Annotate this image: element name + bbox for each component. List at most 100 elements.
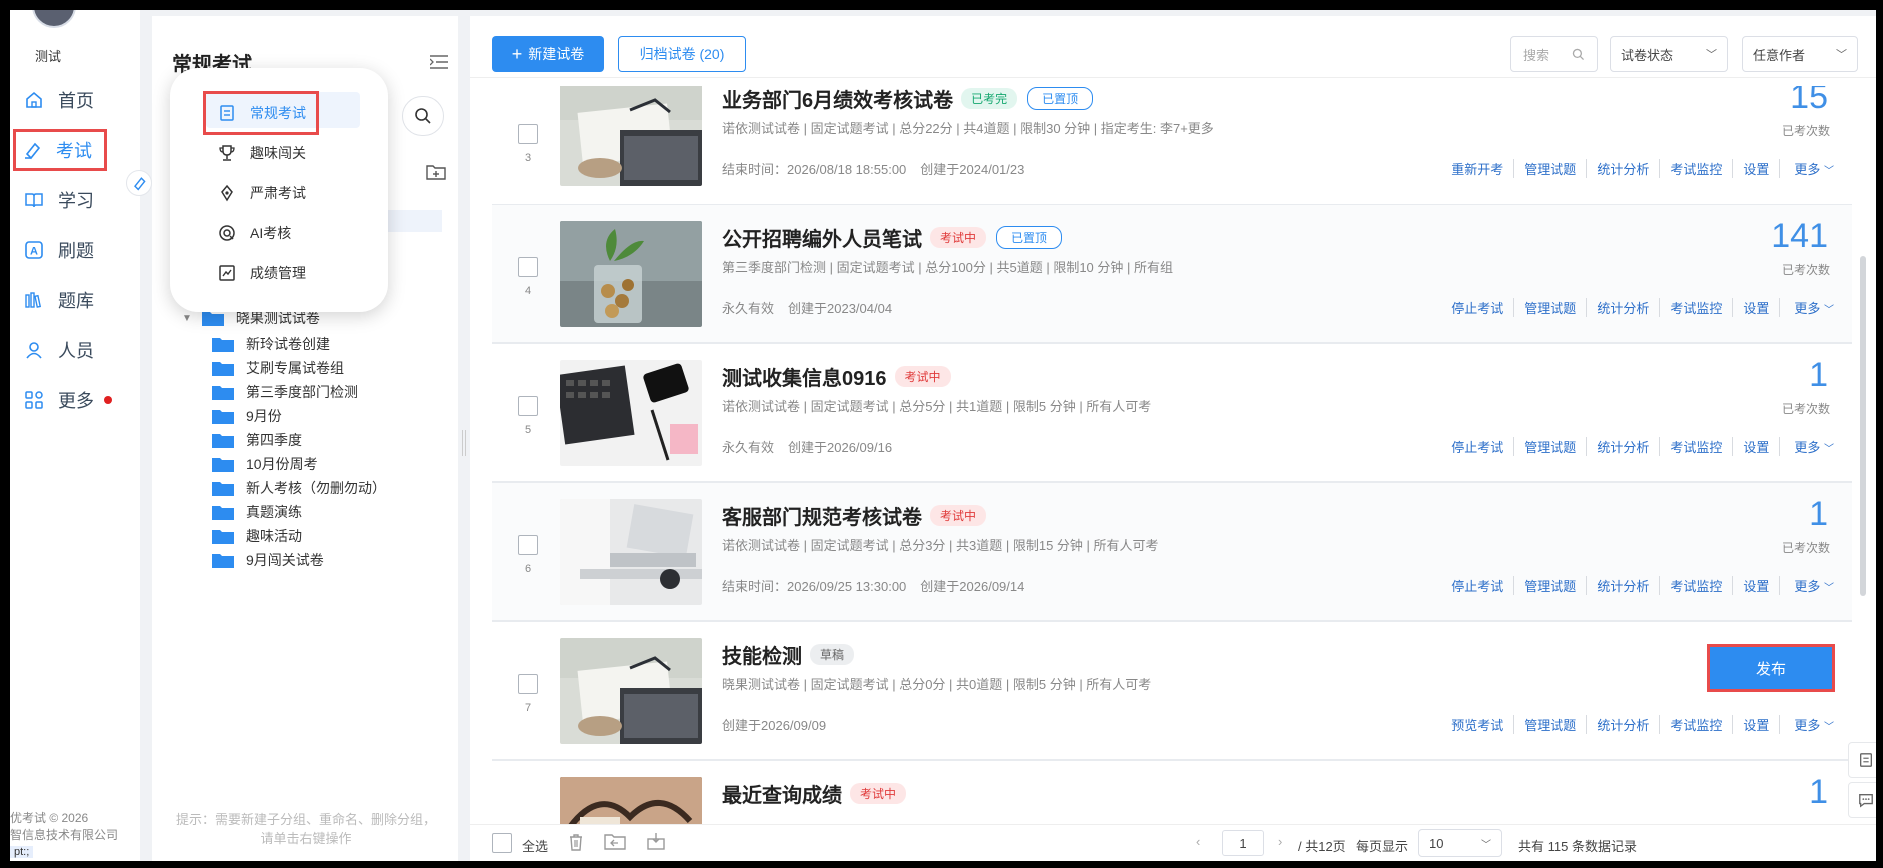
folder-item[interactable]: 新人考核（勿删勿动） [212, 476, 386, 500]
notes-float-button[interactable] [1848, 742, 1876, 778]
action-monitor[interactable]: 考试监控 [1660, 576, 1734, 595]
action-settings[interactable]: 设置 [1733, 437, 1781, 456]
popup-item-serious[interactable]: 严肃考试 [218, 178, 306, 208]
chevron-down-icon: ﹀ [1706, 49, 1717, 61]
exam-thumbnail[interactable] [560, 777, 702, 826]
action-manage-questions[interactable]: 管理试题 [1514, 437, 1588, 456]
action-monitor[interactable]: 考试监控 [1660, 298, 1734, 317]
action-monitor[interactable]: 考试监控 [1660, 715, 1734, 734]
folder-item[interactable]: 9月份 [212, 404, 386, 428]
status-badge: 考试中 [930, 505, 987, 526]
action-statistics[interactable]: 统计分析 [1587, 715, 1661, 734]
row-checkbox[interactable] [518, 257, 538, 277]
popup-item-scores[interactable]: 成绩管理 [218, 258, 306, 288]
nav-exam[interactable]: 考试 [13, 129, 107, 171]
per-page-select[interactable]: 10 ﹀ [1418, 829, 1502, 857]
exam-title[interactable]: 客服部门规范考核试卷 [722, 501, 922, 530]
collapse-icon[interactable] [429, 54, 448, 73]
more-menu[interactable]: 更多 ﹀ [1794, 437, 1834, 456]
folder-item[interactable]: 10月份周考 [212, 452, 386, 476]
nav-home[interactable]: 首页 [16, 80, 128, 120]
exam-thumbnail[interactable] [560, 638, 702, 744]
new-exam-button[interactable]: + 新建试卷 [492, 36, 604, 72]
copyright-line2: 智信息技术有限公司 [10, 828, 119, 842]
action-statistics[interactable]: 统计分析 [1587, 437, 1661, 456]
exam-title[interactable]: 测试收集信息0916 [722, 362, 887, 391]
action-statistics[interactable]: 统计分析 [1587, 576, 1661, 595]
more-menu[interactable]: 更多 ﹀ [1794, 576, 1834, 595]
more-menu[interactable]: 更多 ﹀ [1794, 715, 1834, 734]
select-all-checkbox[interactable] [492, 833, 512, 853]
row-checkbox[interactable] [518, 535, 538, 555]
folder-item[interactable]: 9月闯关试卷 [212, 548, 386, 572]
page-number-input[interactable]: 1 [1222, 830, 1264, 856]
archive-icon[interactable] [646, 831, 666, 851]
action-restart[interactable]: 重新开考 [1441, 159, 1515, 178]
panel-resize-handle[interactable] [462, 430, 466, 456]
action-settings[interactable]: 设置 [1733, 298, 1781, 317]
caret-down-icon[interactable]: ▼ [182, 313, 192, 324]
exam-thumbnail[interactable] [560, 499, 702, 605]
nav-more[interactable]: 更多 [16, 380, 128, 420]
folder-item[interactable]: 新玲试卷创建 [212, 332, 386, 356]
row-checkbox[interactable] [518, 124, 538, 144]
exam-meta: 诺依测试试卷 | 固定试题考试 | 总分3分 | 共3道题 | 限制15 分钟 … [722, 538, 1159, 553]
created-date: 创建于2023/04/04 [788, 301, 893, 316]
action-settings[interactable]: 设置 [1733, 715, 1781, 734]
folder-item[interactable]: 第四季度 [212, 428, 386, 452]
exam-title[interactable]: 最近查询成绩 [722, 779, 842, 808]
action-preview[interactable]: 预览考试 [1441, 715, 1515, 734]
avatar[interactable] [32, 10, 76, 28]
action-monitor[interactable]: 考试监控 [1660, 437, 1734, 456]
nav-people[interactable]: 人员 [16, 330, 128, 370]
action-stop[interactable]: 停止考试 [1441, 298, 1515, 317]
folder-item[interactable]: 真题演练 [212, 500, 386, 524]
publish-button[interactable]: 发布 [1707, 644, 1835, 692]
exam-title[interactable]: 技能检测 [722, 640, 802, 669]
move-folder-icon[interactable] [604, 832, 626, 852]
action-manage-questions[interactable]: 管理试题 [1514, 298, 1588, 317]
more-menu[interactable]: 更多 ﹀ [1794, 298, 1834, 317]
action-settings[interactable]: 设置 [1733, 159, 1781, 178]
exam-thumbnail[interactable] [560, 221, 702, 327]
archived-exams-button[interactable]: 归档试卷 (20) [618, 36, 746, 72]
folder-search-button[interactable] [402, 96, 444, 136]
chat-float-button[interactable] [1848, 782, 1876, 818]
chevron-down-icon: ﹀ [1824, 583, 1834, 594]
total-records: 共有 115 条数据记录 [1518, 839, 1637, 854]
author-select[interactable]: 任意作者 ﹀ [1742, 36, 1858, 72]
exam-thumbnail[interactable] [560, 86, 702, 186]
nav-study[interactable]: 学习 [16, 180, 128, 220]
nav-library[interactable]: 题库 [16, 280, 128, 320]
action-statistics[interactable]: 统计分析 [1587, 159, 1661, 178]
action-manage-questions[interactable]: 管理试题 [1514, 576, 1588, 595]
action-settings[interactable]: 设置 [1733, 576, 1781, 595]
add-folder-icon[interactable] [426, 164, 446, 183]
scrollbar[interactable] [1860, 256, 1866, 596]
action-manage-questions[interactable]: 管理试题 [1514, 159, 1588, 178]
end-time: 永久有效 [722, 301, 775, 316]
action-manage-questions[interactable]: 管理试题 [1514, 715, 1588, 734]
action-stop[interactable]: 停止考试 [1441, 576, 1515, 595]
prev-page-icon[interactable]: ‹ [1196, 834, 1200, 849]
row-checkbox[interactable] [518, 396, 538, 416]
folder-item[interactable]: 艾刷专属试卷组 [212, 356, 386, 380]
exam-thumbnail[interactable] [560, 360, 702, 466]
action-monitor[interactable]: 考试监控 [1660, 159, 1734, 178]
folder-item[interactable]: 第三季度部门检测 [212, 380, 386, 404]
search-input[interactable]: 搜索 [1510, 36, 1598, 72]
status-select[interactable]: 试卷状态 ﹀ [1610, 36, 1728, 72]
exam-title[interactable]: 公开招聘编外人员笔试 [722, 223, 922, 252]
exam-title[interactable]: 业务部门6月绩效考核试卷 [722, 86, 953, 113]
action-statistics[interactable]: 统计分析 [1587, 298, 1661, 317]
nav-practice[interactable]: A 刷题 [16, 230, 128, 270]
popup-item-ai[interactable]: AI考核 [218, 218, 291, 248]
popup-item-fun[interactable]: 趣味闯关 [218, 138, 306, 168]
next-page-icon[interactable]: › [1278, 834, 1282, 849]
exam-type-toggle[interactable] [126, 170, 152, 196]
folder-item[interactable]: 趣味活动 [212, 524, 386, 548]
row-checkbox[interactable] [518, 674, 538, 694]
action-stop[interactable]: 停止考试 [1441, 437, 1515, 456]
more-menu[interactable]: 更多 ﹀ [1794, 159, 1834, 178]
delete-icon[interactable] [566, 832, 586, 852]
